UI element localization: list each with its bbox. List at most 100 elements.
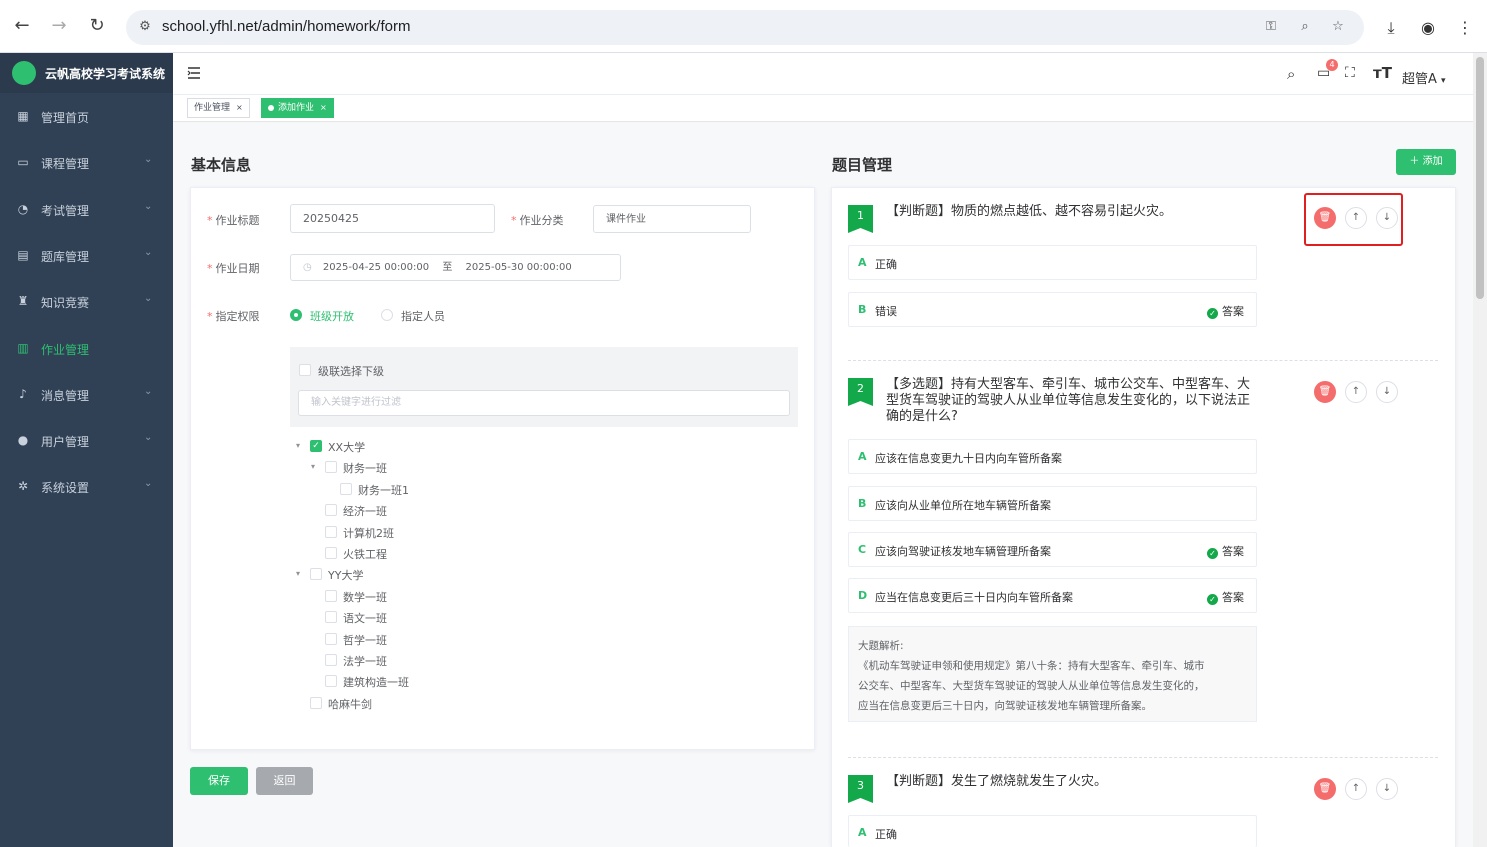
tree-filter-input[interactable]: 输入关键字进行过滤 [298,390,790,416]
tree-expand-icon[interactable]: ▾ [311,462,315,471]
move-up-button[interactable]: ↑ [1345,207,1367,229]
tree-node-label[interactable]: 财务一班1 [358,482,409,498]
delete-question-button[interactable]: 🗑 [1314,381,1336,403]
tree-node-label[interactable]: XX大学 [328,439,365,455]
tree-node-label[interactable]: 哈麻牛剑 [328,696,372,712]
title-input[interactable]: 20250425 [290,204,495,233]
analysis-text: 《机动车驾驶证申领和使用规定》第八十条：持有大型客车、牵引车、城市 [858,660,1205,672]
download-icon[interactable]: ⤓ [1380,17,1402,39]
option-row: B 错误 ✓ 答案 [848,292,1257,327]
user-dropdown[interactable]: 超管A ▾ [1402,68,1446,87]
tree-checkbox[interactable] [325,547,337,559]
radio-class-open-label[interactable]: 班级开放 [310,308,354,324]
close-icon[interactable]: × [320,103,327,112]
tree-checkbox[interactable] [325,504,337,517]
option-text: 应该向从业单位所在地车辆管所备案 [875,499,1051,512]
scrollbar-thumb[interactable] [1476,57,1484,299]
close-icon[interactable]: × [236,103,243,112]
star-icon[interactable]: ☆ [1329,18,1347,36]
move-down-button[interactable]: ↓ [1376,381,1398,403]
tree-node-label[interactable]: 哲学一班 [343,632,387,648]
move-up-button[interactable]: ↑ [1345,381,1367,403]
back-button[interactable]: 返回 [256,767,313,795]
save-button[interactable]: 保存 [190,767,248,795]
tree-checkbox[interactable] [325,654,337,666]
tree-node-label[interactable]: 法学一班 [343,653,387,669]
delete-question-button[interactable]: 🗑 [1314,778,1336,800]
check-circle-icon: ✓ [1207,548,1218,559]
logo-icon [12,61,36,85]
radio-specified-people-label[interactable]: 指定人员 [401,308,445,324]
radio-specified-people[interactable] [381,309,393,321]
tree-node-label[interactable]: 建筑构造一班 [343,674,409,690]
zoom-icon[interactable]: ⌕ [1296,18,1314,36]
tree-checkbox[interactable] [340,482,352,495]
add-question-button[interactable]: ＋ 添加 [1396,149,1456,175]
sidebar-item[interactable]: ♪ 消息管理 ⌄ [0,372,173,418]
tree-checkbox[interactable] [310,568,322,581]
search-icon[interactable]: ⌕ [1287,65,1295,83]
sidebar-item-label: 题库管理 [41,249,90,264]
tree-node-label[interactable]: 语文一班 [343,610,387,626]
arrow-down-icon: ↓ [1382,212,1392,223]
cascade-checkbox[interactable] [299,364,311,376]
forward-arrow-icon[interactable]: → [47,14,71,38]
page-scrollbar[interactable] [1473,53,1487,847]
tree-node-label[interactable]: 计算机2班 [343,525,394,541]
question-text-line: 型货车驾驶证的驾驶人从业单位等信息发生变化的，以下说法正 [886,393,1251,408]
app-logo: 云帆高校学习考试系统 [0,53,173,93]
tree-checkbox[interactable] [325,632,337,645]
tab-label: 作业管理 [194,103,231,113]
tab-add-homework[interactable]: 添加作业 × [261,98,334,118]
move-up-button[interactable]: ↑ [1345,778,1367,800]
tree-checkbox[interactable] [310,696,322,709]
sidebar-item[interactable]: ◔ 考试管理 ⌄ [0,187,173,233]
back-arrow-icon[interactable]: ← [10,14,34,38]
key-icon[interactable]: ⚿ [1262,18,1280,36]
divider [848,757,1438,758]
delete-question-button[interactable]: 🗑 [1314,207,1336,229]
tree-expand-icon[interactable]: ▾ [296,441,300,450]
date-start: 2025-04-25 00:00:00 [322,262,430,273]
hamburger-icon[interactable] [187,65,201,79]
tree-checkbox[interactable]: ✓ [310,440,322,452]
date-range-picker[interactable]: ◷ 2025-04-25 00:00:00 至 2025-05-30 00:00… [290,254,621,281]
reload-icon[interactable]: ↻ [85,14,109,38]
address-bar[interactable]: ⚙ school.yfhl.net/admin/homework/form ⚿ … [126,10,1364,45]
trash-icon: 🗑 [1318,386,1332,397]
sidebar-item[interactable]: ✲ 系统设置 ⌄ [0,464,173,510]
sidebar-item[interactable]: ▭ 课程管理 ⌄ [0,140,173,186]
font-size-icon[interactable]: тT [1373,64,1392,82]
tree-node-label[interactable]: 经济一班 [343,503,387,519]
sidebar-item[interactable]: ▥ 作业管理 [0,326,173,372]
tab-homework-manage[interactable]: 作业管理 × [187,98,250,118]
tree-checkbox[interactable] [325,611,337,624]
tree-expand-icon[interactable]: ▾ [296,569,300,578]
tree-checkbox[interactable] [325,461,337,474]
sidebar-item-label: 消息管理 [41,388,90,403]
sidebar-item[interactable]: ▤ 题库管理 ⌄ [0,233,173,279]
more-menu-icon[interactable]: ⋮ [1454,17,1476,39]
tree-node-label[interactable]: 财务一班 [343,460,387,476]
profile-icon[interactable]: ◉ [1417,17,1439,39]
move-down-button[interactable]: ↓ [1376,207,1398,229]
tree-checkbox[interactable] [325,675,337,688]
site-settings-icon[interactable]: ⚙ [136,18,154,36]
chevron-down-icon: ⌄ [144,478,153,490]
tree-node-label[interactable]: 火铁工程 [343,546,387,562]
date-end: 2025-05-30 00:00:00 [465,262,572,273]
tree-node-label[interactable]: 数学一班 [343,589,387,605]
tree-node-label[interactable]: YY大学 [328,567,363,583]
chevron-down-icon: ⌄ [144,246,153,258]
sidebar-item[interactable]: ● 用户管理 ⌄ [0,418,173,464]
sidebar-item[interactable]: ♜ 知识竞赛 ⌄ [0,279,173,325]
sidebar-item[interactable]: ▦ 管理首页 [0,94,173,140]
tree-checkbox[interactable] [325,525,337,538]
tree-checkbox[interactable] [325,589,337,602]
radio-class-open[interactable] [290,309,302,321]
category-select[interactable]: 课件作业 [593,205,751,233]
sidebar-item-label: 考试管理 [41,203,90,218]
move-down-button[interactable]: ↓ [1376,778,1398,800]
fullscreen-icon[interactable]: ⛶ [1345,65,1355,81]
gauge-icon: ◔ [17,201,29,216]
